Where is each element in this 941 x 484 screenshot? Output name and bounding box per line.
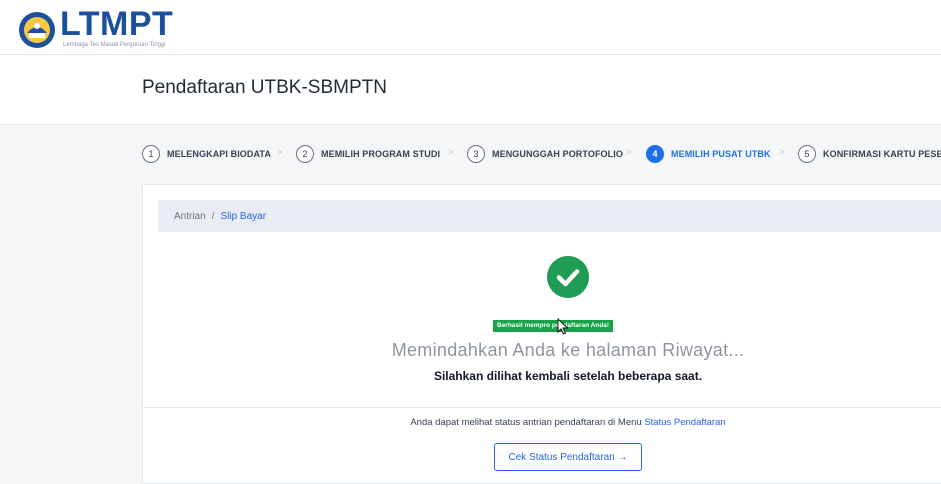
step-4: 4 MEMILIH PUSAT UTBK bbox=[646, 145, 771, 163]
step-label: KONFIRMASI KARTU PESERT bbox=[823, 149, 941, 159]
check-circle-icon bbox=[547, 256, 589, 298]
page-title: Pendaftaran UTBK-SBMPTN bbox=[142, 77, 387, 98]
top-navbar: LTMPT Lembaga Tes Masuk Perguruan Tinggi bbox=[0, 0, 941, 55]
status-pendaftaran-link[interactable]: Status Pendaftaran bbox=[644, 417, 725, 428]
step-1: 1 MELENGKAPI BIODATA bbox=[142, 145, 271, 163]
step-number: 5 bbox=[798, 145, 816, 163]
chevron-right-icon: > bbox=[626, 147, 632, 157]
ltmpt-logo-icon[interactable] bbox=[18, 11, 56, 49]
cek-status-button[interactable]: Cek Status Pendaftaran → bbox=[494, 443, 642, 471]
step-label: MENGUNGGAH PORTOFOLIO bbox=[492, 149, 623, 159]
registration-stepper: 1 MELENGKAPI BIODATA > 2 MEMILIH PROGRAM… bbox=[0, 125, 941, 183]
step-label: MELENGKAPI BIODATA bbox=[167, 149, 271, 159]
chevron-right-icon: > bbox=[779, 147, 785, 157]
chevron-right-icon: > bbox=[448, 147, 454, 157]
redirect-message: Memindahkan Anda ke halaman Riwayat... bbox=[391, 340, 745, 360]
step-3: 3 MENGUNGGAH PORTOFOLIO bbox=[467, 145, 623, 163]
step-5: 5 KONFIRMASI KARTU PESERT bbox=[798, 145, 941, 163]
brand-logo-text[interactable]: LTMPT bbox=[60, 4, 173, 44]
step-number: 4 bbox=[646, 145, 664, 163]
step-label: MEMILIH PROGRAM STUDI bbox=[321, 149, 441, 159]
chevron-right-icon: > bbox=[277, 147, 283, 157]
wait-message: Silahkan dilihat kembali setelah beberap… bbox=[433, 369, 703, 383]
mouse-pointer-icon bbox=[557, 318, 569, 335]
step-label: MEMILIH PUSAT UTBK bbox=[671, 149, 771, 159]
status-info-text: Anda dapat melihat status antrian pendaf… bbox=[410, 417, 642, 428]
card-divider bbox=[143, 407, 941, 408]
breadcrumb-separator: / bbox=[211, 210, 215, 222]
success-toast: Berhasil mempro pendaftaran Anda! bbox=[493, 320, 614, 332]
result-card: Antrian / Slip Bayar Berhasil mempro pen… bbox=[142, 184, 941, 484]
step-2: 2 MEMILIH PROGRAM STUDI bbox=[296, 145, 440, 163]
step-number: 1 bbox=[142, 145, 160, 163]
page-header: Pendaftaran UTBK-SBMPTN bbox=[0, 55, 941, 125]
breadcrumb-item-antrian[interactable]: Antrian bbox=[174, 211, 206, 222]
breadcrumb-item-slip-bayar[interactable]: Slip Bayar bbox=[220, 211, 266, 222]
breadcrumb: Antrian / Slip Bayar bbox=[158, 200, 941, 232]
brand-subtitle: Lembaga Tes Masuk Perguruan Tinggi bbox=[63, 42, 166, 48]
step-number: 2 bbox=[296, 145, 314, 163]
status-info: Anda dapat melihat status antrian pendaf… bbox=[143, 417, 941, 428]
step-number: 3 bbox=[467, 145, 485, 163]
